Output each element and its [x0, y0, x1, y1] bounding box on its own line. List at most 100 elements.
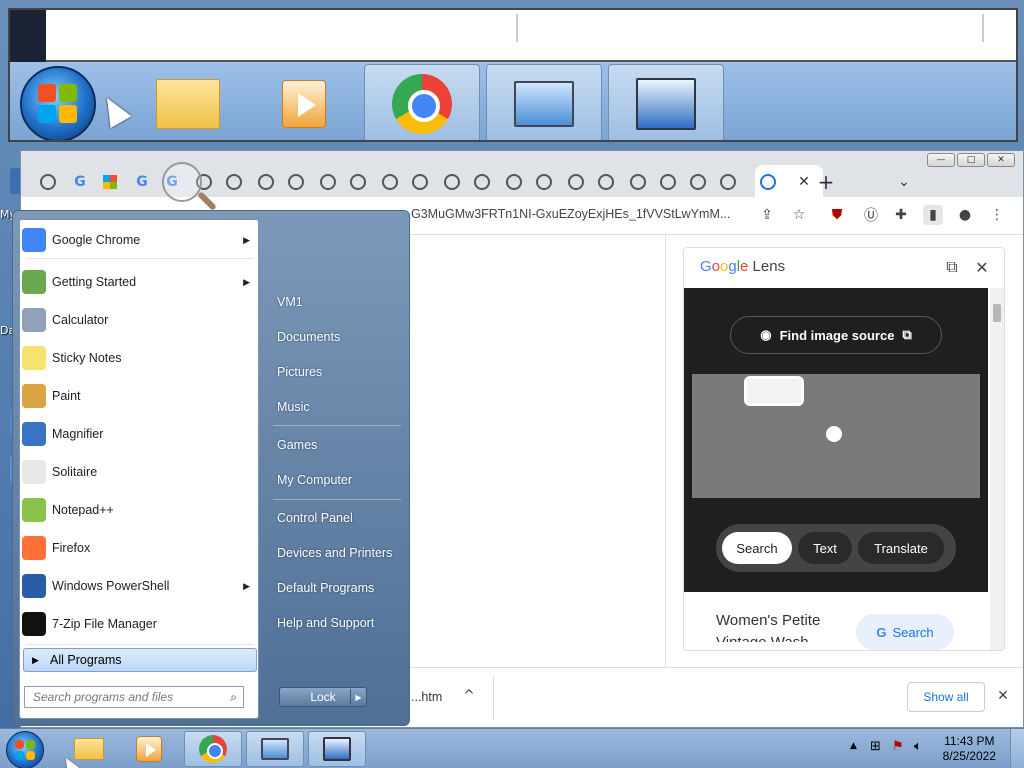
taskbar-chrome-button[interactable] — [184, 731, 242, 767]
start-program-item[interactable]: Firefox — [20, 530, 260, 566]
download-options-chevron[interactable]: ^ — [459, 686, 479, 706]
start-link-default-programs[interactable]: Default Programs — [277, 575, 407, 601]
tab-item[interactable] — [253, 169, 279, 195]
address-bar[interactable]: G3MuGMw3FRTn1NI-GxuEZoyExjHEs_1fVVStLwYm… — [411, 207, 730, 221]
notepadpp-icon — [22, 498, 46, 522]
chrome-icon — [22, 228, 46, 252]
tab-item[interactable] — [407, 169, 433, 195]
show-desktop-button[interactable] — [1010, 729, 1024, 768]
tab-microsoft[interactable] — [97, 169, 123, 195]
start-program-item[interactable]: Getting Started ▶ — [20, 264, 260, 300]
shutdown-options-arrow-icon[interactable]: ▶ — [350, 689, 366, 705]
tab-item[interactable] — [563, 169, 589, 195]
tab-item[interactable] — [439, 169, 465, 195]
external-link-icon: ⧉ — [902, 327, 912, 342]
start-link-control-panel[interactable]: Control Panel — [277, 505, 407, 531]
lens-scrollbar[interactable] — [990, 288, 1004, 650]
visual-match-dot[interactable] — [826, 426, 842, 442]
mode-search[interactable]: Search — [722, 532, 792, 564]
google-lens-panel: Google Lens ⧉ ✕ ◉ Find image source ⧉ Se… — [683, 247, 1005, 651]
tab-item[interactable] — [469, 169, 495, 195]
scrollbar-thumb[interactable] — [993, 304, 1001, 322]
tab-favicon[interactable] — [35, 169, 61, 195]
all-programs-button[interactable]: ▶ All Programs — [23, 648, 257, 672]
mode-text[interactable]: Text — [798, 532, 852, 564]
start-link-pictures[interactable]: Pictures — [277, 359, 407, 385]
lens-search-button[interactable]: G Search — [856, 614, 954, 650]
lens-icon: ◉ — [760, 327, 772, 342]
close-window-button[interactable]: ✕ — [987, 153, 1015, 167]
bookmark-star-icon[interactable]: ☆ — [789, 205, 809, 225]
tab-item[interactable] — [221, 169, 247, 195]
start-link-vm1[interactable]: VM1 — [277, 289, 407, 315]
start-program-item[interactable]: 7-Zip File Manager — [20, 606, 260, 642]
start-program-item[interactable]: Google Chrome ▶ — [20, 222, 260, 258]
start-link-documents[interactable]: Documents — [277, 324, 407, 350]
tab-item[interactable] — [345, 169, 371, 195]
new-tab-button[interactable]: + — [813, 169, 839, 195]
tab-item[interactable] — [625, 169, 651, 195]
maximize-button[interactable]: □ — [957, 153, 985, 167]
close-lens-icon[interactable]: ✕ — [972, 257, 992, 277]
tab-item[interactable] — [593, 169, 619, 195]
start-menu: ▶ All Programs Search programs and files… — [12, 210, 410, 726]
selected-image — [692, 374, 980, 498]
start-link-my-computer[interactable]: My Computer — [277, 467, 407, 493]
close-download-bar-icon[interactable]: ✕ — [993, 686, 1013, 706]
crop-selection-handle[interactable] — [744, 376, 804, 406]
tab-item[interactable] — [655, 169, 681, 195]
tab-item[interactable] — [377, 169, 403, 195]
show-hidden-icons-arrow[interactable]: ▲ — [850, 741, 857, 751]
tab-item[interactable] — [715, 169, 741, 195]
volume-icon[interactable]: 🔈︎ — [914, 739, 922, 754]
mode-translate[interactable]: Translate — [858, 532, 944, 564]
tab-item[interactable] — [685, 169, 711, 195]
start-program-item[interactable]: Calculator — [20, 302, 260, 338]
separator — [273, 425, 401, 426]
show-all-downloads-button[interactable]: Show all — [907, 682, 985, 712]
start-program-item[interactable]: Sticky Notes — [20, 340, 260, 376]
start-link-games[interactable]: Games — [277, 432, 407, 458]
start-link-music[interactable]: Music — [277, 394, 407, 420]
submenu-arrow-icon: ▶ — [243, 234, 250, 245]
start-button[interactable] — [6, 731, 44, 768]
action-center-icon[interactable]: ⚑ — [892, 739, 904, 754]
start-program-item[interactable]: Paint — [20, 378, 260, 414]
tab-item[interactable] — [315, 169, 341, 195]
tab-google[interactable]: G — [129, 169, 155, 195]
start-program-item[interactable]: Solitaire — [20, 454, 260, 490]
start-program-item[interactable]: Notepad++ — [20, 492, 260, 528]
tab-search-button[interactable]: ⌄ — [891, 169, 917, 195]
start-program-item[interactable]: Magnifier — [20, 416, 260, 452]
lock-button[interactable]: Lock ▶ — [279, 687, 367, 707]
download-file-name[interactable]: ...htm — [411, 690, 442, 704]
start-link-help-support[interactable]: Help and Support — [277, 610, 407, 636]
menu-kebab-icon[interactable]: ⋮ — [987, 205, 1007, 225]
profile-icon[interactable]: ● — [955, 205, 975, 225]
find-image-source-label: Find image source — [779, 327, 895, 343]
open-in-new-tab-icon[interactable]: ⧉ — [942, 257, 962, 277]
taskbar-remote-desktop-button[interactable] — [246, 731, 304, 767]
start-link-devices-printers[interactable]: Devices and Printers — [277, 540, 407, 566]
network-icon[interactable]: ⊞ — [870, 739, 881, 754]
tab-item[interactable] — [283, 169, 309, 195]
share-icon[interactable]: ⇪ — [757, 205, 777, 225]
start-program-item[interactable]: Windows PowerShell ▶ — [20, 568, 260, 604]
taskbar-media-player-button[interactable] — [120, 731, 178, 767]
side-panel-icon[interactable]: ▮ — [923, 205, 943, 225]
minimize-button[interactable]: — — [927, 153, 955, 167]
tab-google[interactable]: G — [67, 169, 93, 195]
tab-item[interactable] — [531, 169, 557, 195]
monitor-icon — [514, 81, 574, 127]
extension-u-icon[interactable]: Ⓤ — [861, 205, 881, 225]
find-image-source-button[interactable]: ◉ Find image source ⧉ — [730, 316, 942, 354]
ublock-icon[interactable]: ⛊ — [827, 205, 847, 225]
magnifier-icon — [22, 422, 46, 446]
tab-item[interactable] — [501, 169, 527, 195]
taskbar-magnifier-button[interactable] — [308, 731, 366, 767]
search-programs-input[interactable]: Search programs and files ⌕ — [24, 686, 244, 708]
lens-result-title[interactable]: Women's Petite Vintage Wash — [716, 610, 820, 642]
system-clock[interactable]: 11:43 PM 8/25/2022 — [943, 734, 996, 764]
magnifier-view — [8, 8, 1018, 142]
extensions-puzzle-icon[interactable]: ✚ — [891, 205, 911, 225]
